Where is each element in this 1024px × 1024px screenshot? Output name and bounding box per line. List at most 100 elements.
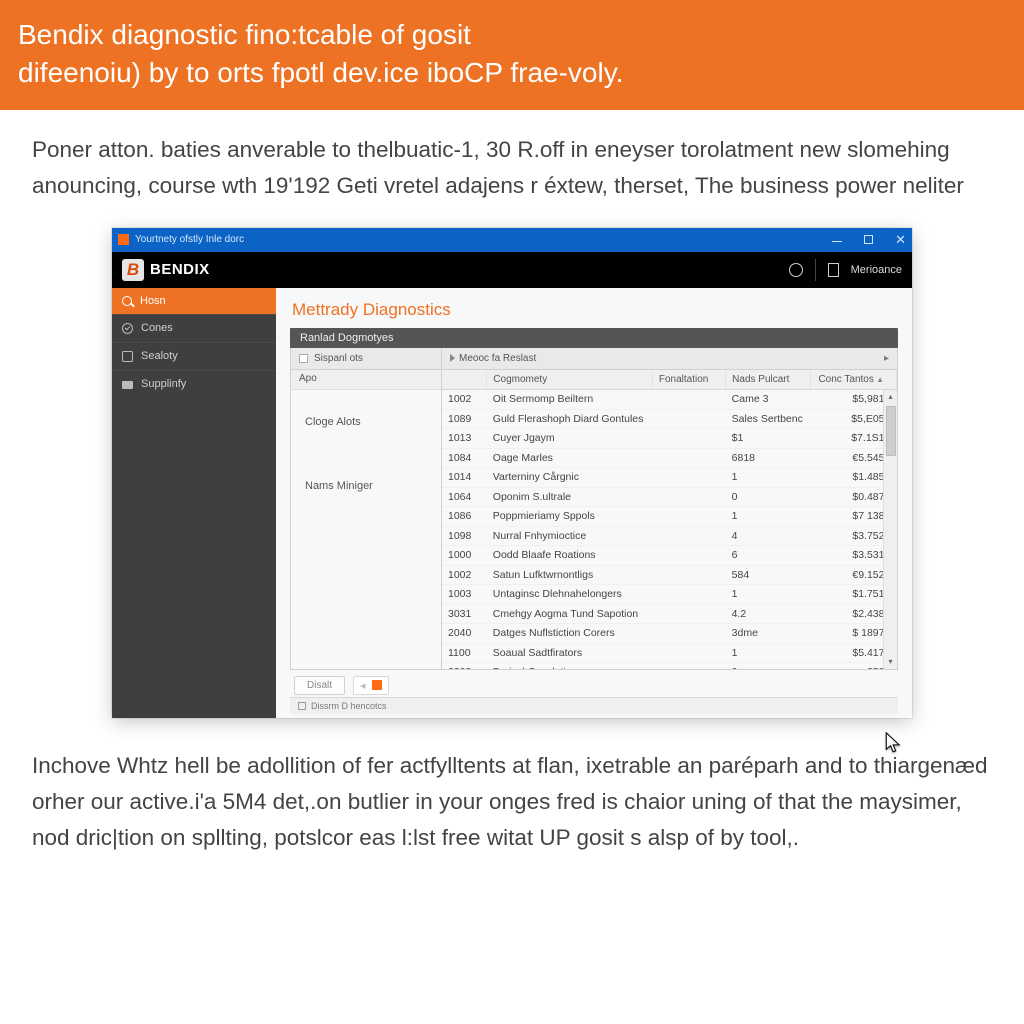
table-cell: 1002: [442, 565, 487, 585]
col-nads[interactable]: Nads Pulcart: [726, 370, 811, 390]
sidebar-item-supplinfy[interactable]: Supplinfy: [112, 370, 276, 398]
content-pane: Mettrady Diagnostics Ranlad Dogmotyes Si…: [276, 288, 912, 718]
diagnostics-table: Cogmomety Fonaltation Nads Pulcart Conc …: [442, 370, 897, 669]
application-window: Yourtnety ofstly Inle dorc ✕ B BENDIX Me…: [112, 228, 912, 718]
brand-name: BENDIX: [150, 261, 210, 278]
status-bar: Dissrm D hencotcs: [290, 697, 898, 714]
banner-line1: Bendix diagnostic fino:tcable of gosit: [18, 16, 1006, 54]
table-cell: Sales Sertbenc: [726, 409, 811, 429]
table-cell: [652, 604, 725, 624]
table-cell: 3031: [442, 604, 487, 624]
table-cell: 6: [726, 546, 811, 566]
sidebar-item-label: Sealoty: [141, 350, 178, 362]
table-row[interactable]: 1086Poppmieriamy Sppols1$7 138: [442, 507, 897, 527]
table-cell: 1086: [442, 507, 487, 527]
table-row[interactable]: 2040Datges Nuflstiction Corers3dme$ 1897: [442, 624, 897, 644]
check-circle-icon: [122, 323, 133, 334]
minimize-icon[interactable]: [832, 241, 842, 242]
sub-left-label: Sispanl ots: [314, 353, 363, 364]
close-icon[interactable]: ✕: [895, 233, 906, 246]
sidebar-item-sealoty[interactable]: Sealoty: [112, 342, 276, 370]
table-row[interactable]: 1098Nurral Fnhymioctice4$3.752: [442, 526, 897, 546]
pager-prev-icon[interactable]: ◂: [360, 679, 366, 692]
col-conc[interactable]: Conc Tantos: [810, 370, 896, 390]
table-cell: 1002: [442, 390, 487, 410]
table-cell: 4.2: [726, 604, 811, 624]
left-label-a[interactable]: Cloge Alots: [291, 390, 441, 454]
vertical-scrollbar[interactable]: ▴ ▾: [883, 390, 897, 669]
table-cell: 1098: [442, 526, 487, 546]
table-cell: Paricol Conslotion: [487, 663, 653, 669]
table-row[interactable]: 1100Soaual Sadtfirators1$5.417: [442, 643, 897, 663]
brand-bar: B BENDIX Merioance: [112, 252, 912, 288]
table-cell: [652, 390, 725, 410]
play-icon[interactable]: [450, 354, 455, 362]
brand-b-icon: B: [122, 259, 144, 281]
col-fonaltation[interactable]: Fonaltation: [652, 370, 725, 390]
window-title: Yourtnety ofstly Inle dorc: [135, 234, 244, 245]
menu-item-merioance[interactable]: Merioance: [851, 264, 902, 276]
table-cell: Oage Marles: [487, 448, 653, 468]
scroll-thumb[interactable]: [886, 406, 896, 456]
table-cell: 1003: [442, 585, 487, 605]
scroll-up-icon[interactable]: ▴: [884, 390, 897, 404]
sidebar-item-label: Cones: [141, 322, 173, 334]
maximize-icon[interactable]: [864, 235, 873, 244]
table-cell: Oit Sermomp Beiltern: [487, 390, 653, 410]
sidebar-search[interactable]: Hosn: [112, 288, 276, 314]
table-cell: [652, 507, 725, 527]
brand-logo: B BENDIX: [122, 259, 210, 281]
table-cell: 1: [726, 643, 811, 663]
outro-paragraph: Inchove Whtz hell be adollition of fer a…: [0, 718, 1024, 856]
table-cell: [652, 565, 725, 585]
table-cell: 6818: [726, 448, 811, 468]
table-row[interactable]: 1002Satun Lufktwrnontligs584€9.152: [442, 565, 897, 585]
table-row[interactable]: 3031Cmehgy Aogma Tund Sapotion4.2$2.438: [442, 604, 897, 624]
table-cell: Untaginsc Dlehnahelongers: [487, 585, 653, 605]
intro-paragraph: Poner atton. baties anverable to thelbua…: [0, 110, 1024, 204]
scroll-down-icon[interactable]: ▾: [884, 655, 897, 669]
table-cell: Guld Flerashoph Diard Gontules: [487, 409, 653, 429]
col-cogmomety[interactable]: Cogmomety: [487, 370, 653, 390]
table-row[interactable]: 1003Untaginsc Dlehnahelongers1$1.751: [442, 585, 897, 605]
left-category-column: Apo Cloge Alots Nams Miniger: [291, 370, 441, 669]
status-icon: [298, 702, 306, 710]
table-row[interactable]: 1064Oponim S.ultrale0$0.487: [442, 487, 897, 507]
card-icon: [122, 381, 133, 389]
table-cell: [652, 624, 725, 644]
chevron-right-icon[interactable]: ▸: [884, 353, 889, 364]
status-text: Dissrm D hencotcs: [311, 701, 387, 711]
table-cell: 584: [726, 565, 811, 585]
document-icon[interactable]: [828, 263, 839, 277]
pager[interactable]: ◂: [353, 676, 389, 695]
table-row[interactable]: 1002Oit Sermomp BeilternCame 3$5,981: [442, 390, 897, 410]
data-table-area: Cogmomety Fonaltation Nads Pulcart Conc …: [441, 370, 897, 669]
disalt-button[interactable]: Disalt: [294, 676, 345, 695]
table-cell: Datges Nuflstiction Corers: [487, 624, 653, 644]
table-cell: Poppmieriamy Sppols: [487, 507, 653, 527]
table-cell: 1014: [442, 468, 487, 488]
table-cell: [652, 526, 725, 546]
table-row[interactable]: 2302Paricol Conslotion0258: [442, 663, 897, 669]
table-row[interactable]: 1014Varterniny Cårgnic1$1.485: [442, 468, 897, 488]
table-cell: Cmehgy Aogma Tund Sapotion: [487, 604, 653, 624]
left-col-header: Apo: [291, 370, 441, 390]
table-cell: Soaual Sadtfirators: [487, 643, 653, 663]
table-row[interactable]: 1013Cuyer Jgaym$1$7.1S1: [442, 429, 897, 449]
window-titlebar[interactable]: Yourtnety ofstly Inle dorc ✕: [112, 228, 912, 252]
table-row[interactable]: 1089Guld Flerashoph Diard GontulesSales …: [442, 409, 897, 429]
table-cell: [652, 429, 725, 449]
table-row[interactable]: 1084Oage Marles6818€5.545: [442, 448, 897, 468]
table-cell: [652, 448, 725, 468]
section-header: Ranlad Dogmotyes: [290, 328, 898, 348]
left-label-b[interactable]: Nams Miniger: [291, 454, 441, 518]
refresh-icon[interactable]: [789, 263, 803, 277]
col-id[interactable]: [442, 370, 487, 390]
checkbox-icon[interactable]: [299, 354, 308, 363]
table-row[interactable]: 1000Oodd Blaafe Roations6$3.531: [442, 546, 897, 566]
sidebar-item-cones[interactable]: Cones: [112, 314, 276, 342]
table-cell: 1000: [442, 546, 487, 566]
table-cell: 1: [726, 507, 811, 527]
list-icon: [122, 351, 133, 362]
sidebar: Hosn Cones Sealoty Supplinfy: [112, 288, 276, 718]
